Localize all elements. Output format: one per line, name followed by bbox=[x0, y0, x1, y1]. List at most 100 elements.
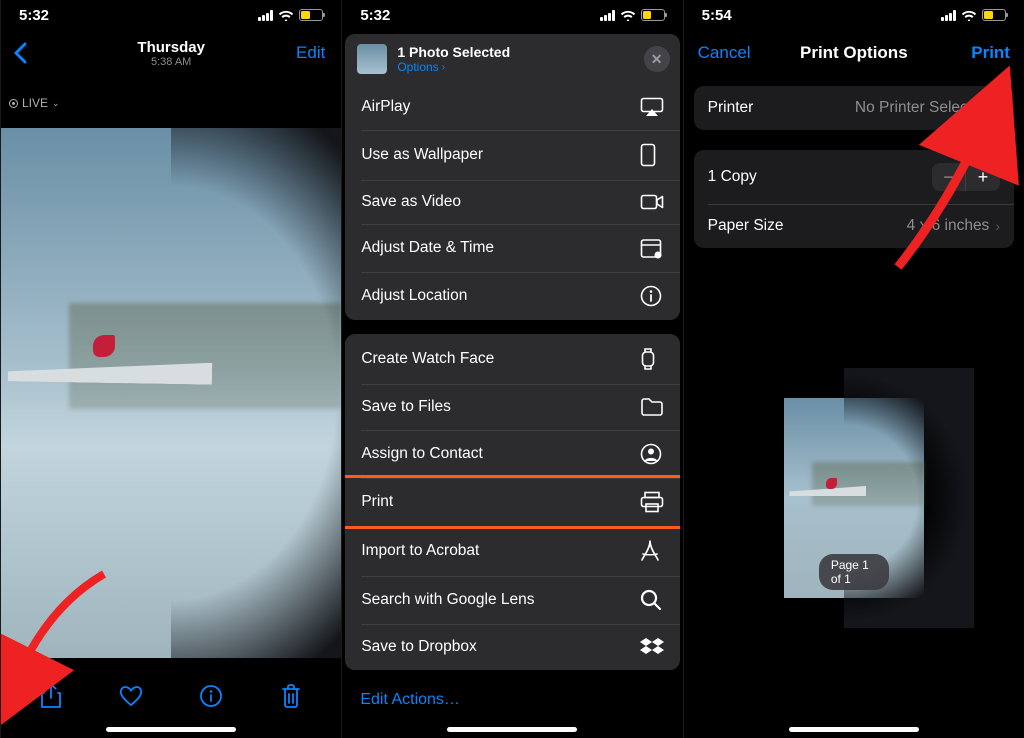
search-icon bbox=[640, 589, 664, 611]
action-save-to-files[interactable]: Save to Files bbox=[345, 384, 679, 430]
status-icons bbox=[941, 9, 1006, 21]
paper-value: 4 x 6 inches bbox=[907, 217, 990, 235]
screen-photo-detail: 5:32 Thursday 5:38 AM Edit LIVE ⌄ bbox=[0, 0, 341, 738]
screen-share-sheet: 5:32 1 Photo Selected Options › ✕ AirPla… bbox=[341, 0, 682, 738]
photo-view[interactable] bbox=[1, 128, 341, 658]
action-save-as-video[interactable]: Save as Video bbox=[345, 180, 679, 224]
chevron-down-icon: ⌄ bbox=[52, 98, 60, 109]
home-indicator[interactable] bbox=[789, 727, 919, 732]
share-options-link[interactable]: Options › bbox=[397, 60, 510, 74]
printer-group: Printer No Printer Selected › bbox=[694, 86, 1014, 130]
dropbox-icon bbox=[640, 637, 664, 657]
action-group-1: AirPlay Use as Wallpaper Save as Video Adju… bbox=[345, 84, 679, 320]
video-icon bbox=[640, 193, 664, 211]
action-label: Adjust Date & Time bbox=[361, 239, 494, 257]
printer-label: Printer bbox=[708, 99, 754, 117]
share-title: 1 Photo Selected bbox=[397, 44, 510, 60]
action-label: Use as Wallpaper bbox=[361, 146, 483, 164]
action-airplay[interactable]: AirPlay bbox=[345, 84, 679, 130]
screen-print-options: 5:54 Cancel Print Options Print Printer … bbox=[683, 0, 1024, 738]
wifi-icon bbox=[620, 9, 636, 21]
clock: 5:32 bbox=[360, 7, 390, 24]
live-badge[interactable]: LIVE ⌄ bbox=[9, 96, 60, 110]
back-chevron-icon[interactable] bbox=[13, 42, 27, 64]
calendar-icon bbox=[640, 237, 664, 259]
page-badge: Page 1 of 1 bbox=[819, 554, 889, 590]
printer-value: No Printer Selected bbox=[855, 99, 989, 117]
trash-icon[interactable] bbox=[277, 682, 305, 710]
battery-icon bbox=[299, 9, 323, 21]
copies-label: 1 Copy bbox=[708, 168, 757, 186]
action-assign-to-contact[interactable]: Assign to Contact bbox=[345, 430, 679, 478]
action-search-with-google-lens[interactable]: Search with Google Lens bbox=[345, 576, 679, 624]
action-adjust-location[interactable]: Adjust Location bbox=[345, 272, 679, 320]
home-indicator[interactable] bbox=[106, 727, 236, 732]
signal-icon bbox=[258, 10, 273, 21]
status-icons bbox=[600, 9, 665, 21]
action-label: Import to Acrobat bbox=[361, 542, 479, 560]
favorite-icon[interactable] bbox=[117, 682, 145, 710]
battery-icon bbox=[641, 9, 665, 21]
print-preview-area: Page 1 of 1 bbox=[684, 258, 1024, 738]
nav-title: Thursday bbox=[137, 39, 205, 56]
stepper-plus[interactable]: + bbox=[966, 163, 1000, 191]
contact-icon bbox=[640, 443, 664, 465]
wifi-icon bbox=[278, 9, 294, 21]
action-label: Assign to Contact bbox=[361, 445, 482, 463]
share-icon[interactable] bbox=[37, 682, 65, 710]
action-create-watch-face[interactable]: Create Watch Face bbox=[345, 334, 679, 384]
action-adjust-date-time[interactable]: Adjust Date & Time bbox=[345, 224, 679, 272]
acrobat-icon bbox=[640, 539, 664, 563]
airplay-icon bbox=[640, 97, 664, 117]
close-icon: ✕ bbox=[651, 51, 663, 68]
print-nav: Cancel Print Options Print bbox=[684, 30, 1024, 76]
settings-group: 1 Copy − + Paper Size 4 x 6 inches › bbox=[694, 150, 1014, 248]
print-button[interactable]: Print bbox=[971, 43, 1010, 63]
action-label: Adjust Location bbox=[361, 287, 467, 305]
action-use-as-wallpaper[interactable]: Use as Wallpaper bbox=[345, 130, 679, 180]
print-icon bbox=[640, 491, 664, 513]
copies-row: 1 Copy − + bbox=[694, 150, 1014, 204]
nav-title-wrap: Thursday 5:38 AM bbox=[137, 39, 205, 68]
info-icon bbox=[640, 285, 664, 307]
edit-button[interactable]: Edit bbox=[296, 43, 325, 63]
chevron-right-icon: › bbox=[995, 218, 1000, 234]
wifi-icon bbox=[961, 9, 977, 21]
share-header: 1 Photo Selected Options › ✕ bbox=[345, 34, 679, 84]
watch-icon bbox=[640, 347, 664, 371]
live-dot-icon bbox=[9, 99, 18, 108]
phone-icon bbox=[640, 143, 664, 167]
photo-thumbnail bbox=[357, 44, 387, 74]
clock: 5:54 bbox=[702, 7, 732, 24]
stepper-minus[interactable]: − bbox=[932, 163, 966, 191]
cancel-button[interactable]: Cancel bbox=[698, 43, 751, 63]
folder-icon bbox=[640, 397, 664, 417]
status-bar: 5:32 bbox=[342, 0, 682, 30]
paper-label: Paper Size bbox=[708, 217, 784, 235]
edit-actions-link[interactable]: Edit Actions… bbox=[342, 677, 682, 723]
info-icon[interactable] bbox=[197, 682, 225, 710]
signal-icon bbox=[600, 10, 615, 21]
paper-size-row[interactable]: Paper Size 4 x 6 inches › bbox=[694, 204, 1014, 248]
copies-stepper: − + bbox=[932, 163, 1000, 191]
page-title: Print Options bbox=[800, 43, 908, 63]
print-preview[interactable]: Page 1 of 1 bbox=[784, 398, 924, 598]
signal-icon bbox=[941, 10, 956, 21]
action-print[interactable]: Print bbox=[345, 475, 679, 529]
action-save-to-dropbox[interactable]: Save to Dropbox bbox=[345, 624, 679, 670]
battery-icon bbox=[982, 9, 1006, 21]
status-bar: 5:54 bbox=[684, 0, 1024, 30]
close-button[interactable]: ✕ bbox=[644, 46, 670, 72]
chevron-right-icon: › bbox=[995, 100, 1000, 116]
chevron-right-icon: › bbox=[442, 62, 445, 73]
action-label: AirPlay bbox=[361, 98, 410, 116]
action-group-2: Create Watch Face Save to Files Assign to … bbox=[345, 334, 679, 670]
action-label: Save to Files bbox=[361, 398, 451, 416]
action-import-to-acrobat[interactable]: Import to Acrobat bbox=[345, 526, 679, 576]
home-indicator[interactable] bbox=[447, 727, 577, 732]
action-label: Create Watch Face bbox=[361, 350, 494, 368]
status-icons bbox=[258, 9, 323, 21]
printer-row[interactable]: Printer No Printer Selected › bbox=[694, 86, 1014, 130]
status-bar: 5:32 bbox=[1, 0, 341, 30]
action-label: Save as Video bbox=[361, 193, 461, 211]
